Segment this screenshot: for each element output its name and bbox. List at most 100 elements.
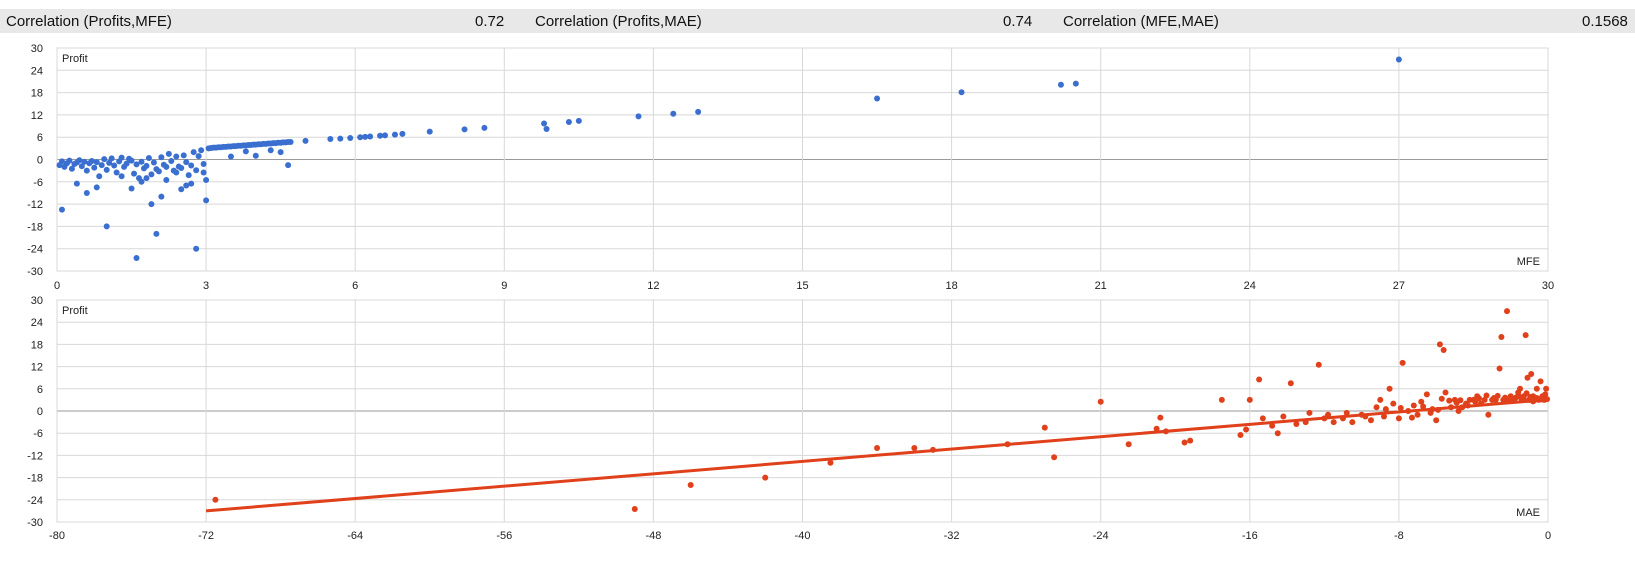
y-tick-label: -24 [27,495,43,507]
data-point [1504,398,1511,405]
data-point [958,89,965,96]
data-point [1523,390,1530,397]
data-point [687,482,694,488]
data-point [96,173,103,180]
y-tick-label: -18 [27,221,43,233]
data-point [1483,392,1490,399]
data-point [188,180,195,187]
data-point [1423,391,1430,398]
data-point [1464,402,1471,409]
data-point [287,139,294,146]
data-point [203,197,210,204]
data-point [185,172,192,179]
data-point [874,95,881,102]
data-point [1382,406,1389,413]
data-point [1274,430,1281,437]
data-point [1181,439,1188,446]
y-tick-label: -30 [27,266,43,278]
correlation-header: Correlation (Profits,MFE) 0.72 Correlati… [0,9,1635,33]
data-point [1377,396,1384,403]
data-point [543,126,550,133]
data-point [1349,419,1356,426]
data-point [148,201,155,208]
data-point [1530,398,1537,405]
data-point [1125,441,1132,448]
data-point [1367,417,1374,424]
x-axis-label: MAE [1516,507,1540,519]
corr-profits-mfe-label: Correlation (Profits,MFE) [6,13,172,30]
data-point [153,230,160,237]
data-point [695,108,702,115]
data-point [1302,419,1309,426]
data-point [1057,81,1064,88]
data-point [168,157,175,164]
y-tick-label: 0 [37,155,43,167]
data-point [1516,393,1523,400]
data-point [178,165,185,172]
data-point [58,206,65,213]
data-point [382,132,389,139]
y-tick-label: -24 [27,244,43,256]
y-tick-label: 12 [31,362,43,374]
data-point [1503,308,1510,315]
data-point [101,156,108,163]
data-point [1544,396,1551,403]
data-point [1280,413,1287,420]
data-point [267,147,274,154]
data-point [193,167,200,174]
data-point [461,126,468,133]
data-point [113,169,120,176]
data-point [180,152,187,159]
data-point [1246,396,1253,403]
corr-profits-mfe-value: 0.72 [475,13,505,30]
data-point [391,131,398,138]
x-tick-label: -48 [645,530,661,542]
y-axis-label: Profit [62,305,88,317]
data-point [347,134,354,141]
data-point [163,176,170,183]
data-point [277,149,284,156]
corr-mfe-mae-value: 0.1568 [1582,13,1628,30]
data-point [1380,413,1387,420]
data-point [631,506,638,513]
data-point [1408,414,1415,421]
data-point [1269,422,1276,429]
data-point [367,133,374,140]
y-tick-label: 12 [31,110,43,122]
data-point [1306,409,1313,416]
data-point [1420,403,1427,410]
data-point [1494,392,1501,399]
y-tick-label: 30 [31,295,43,307]
data-point [143,175,150,182]
data-point [138,178,145,185]
x-tick-label: -80 [49,530,65,542]
data-point [1004,441,1011,448]
y-tick-label: -12 [27,450,43,462]
y-tick-label: 6 [37,132,43,144]
data-point [145,155,152,162]
data-point [1397,405,1404,412]
data-point [327,136,334,143]
data-point [337,135,344,142]
data-point [108,155,115,162]
corr-mfe-mae-label: Correlation (MFE,MAE) [1063,13,1219,30]
data-point [118,173,125,180]
data-point [1343,409,1350,416]
data-point [1237,432,1244,439]
data-point [193,245,200,252]
data-point [1528,371,1535,377]
data-point [1457,397,1464,404]
data-point [133,254,140,261]
data-point [1433,417,1440,424]
data-point [1153,425,1160,432]
data-point [1395,415,1402,422]
data-point [635,113,642,120]
data-point [762,474,769,481]
data-point [541,120,548,127]
data-point [1157,414,1164,421]
data-point [575,117,582,124]
data-point [1339,415,1346,422]
y-tick-label: 18 [31,339,43,351]
data-point [399,130,406,137]
y-tick-label: 24 [31,65,43,77]
